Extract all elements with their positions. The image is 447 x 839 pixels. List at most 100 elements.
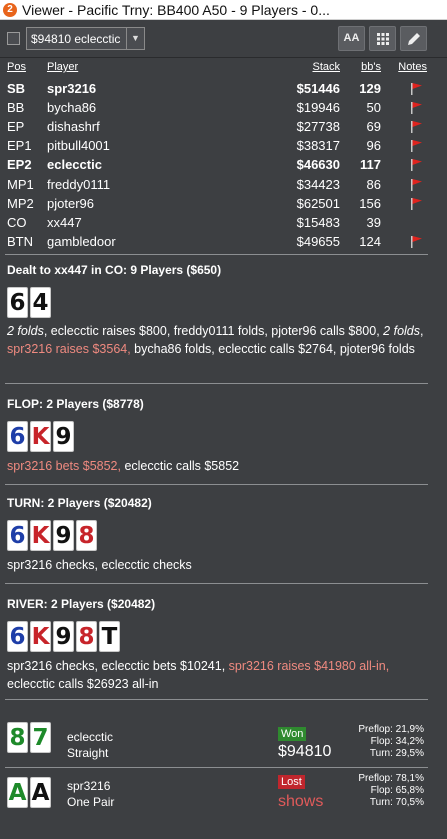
edit-button[interactable] xyxy=(400,26,427,51)
seat-player: eclecctic xyxy=(47,157,102,173)
chevron-down-icon[interactable]: ▼ xyxy=(126,28,144,49)
action-segment: spr3216 checks, eclecctic bets $10241, xyxy=(7,659,229,673)
shows-label: shows xyxy=(278,793,324,810)
seat-player: dishashrf xyxy=(47,119,100,135)
seat-row[interactable]: EP1 pitbull4001 $38317 96 xyxy=(7,137,431,156)
seat-stack: $51446 xyxy=(296,81,340,97)
eq-label: Turn: xyxy=(369,748,393,759)
flop-heading: FLOP: 2 Players ($8778) xyxy=(7,397,144,411)
note-flag-icon[interactable] xyxy=(409,101,423,115)
seat-row[interactable]: EP2 eclecctic $46630 117 xyxy=(7,156,431,175)
playing-card: 9 xyxy=(53,621,74,652)
seat-pos: MP1 xyxy=(7,176,34,192)
flop-actions: spr3216 bets $5852, eclecctic calls $585… xyxy=(7,457,427,475)
action-segment: bycha86 folds, eclecctic calls $2764, pj… xyxy=(130,342,415,356)
seat-row[interactable]: MP2 pjoter96 $62501 156 xyxy=(7,195,431,214)
loser-cards: AA xyxy=(7,777,53,808)
won-amount: $94810 xyxy=(278,743,332,760)
river-heading: RIVER: 2 Players ($20482) xyxy=(7,597,156,611)
eq-label: Flop: xyxy=(370,736,393,747)
player-dropdown-value: $94810 eclecctic xyxy=(31,32,121,46)
playing-card: 7 xyxy=(30,722,51,753)
title-bar: 2 Viewer - Pacific Trny: BB400 A50 - 9 P… xyxy=(0,0,447,20)
seat-bbs: 124 xyxy=(359,233,381,249)
river-actions: spr3216 checks, eclecctic bets $10241, s… xyxy=(7,657,427,693)
eq-label: Turn: xyxy=(369,797,393,808)
action-segment: 2 folds xyxy=(383,324,421,338)
note-flag-icon[interactable] xyxy=(409,178,423,192)
col-notes[interactable]: Notes xyxy=(398,61,427,73)
eq-label: Preflop: xyxy=(358,773,393,784)
seat-stack: $27738 xyxy=(296,119,340,135)
seats-table: Pos Player Stack bb's Notes SB spr3216 $51… xyxy=(7,61,431,252)
playing-card: 6 xyxy=(7,287,28,318)
seat-row[interactable]: MP1 freddy0111 $34423 86 xyxy=(7,176,431,195)
playing-card: A xyxy=(30,777,51,808)
playing-card: A xyxy=(7,777,28,808)
col-bbs[interactable]: bb's xyxy=(361,61,381,73)
seat-stack: $19946 xyxy=(296,100,340,116)
action-segment: spr3216 raises $41980 all-in, xyxy=(228,659,390,673)
eq-label: Preflop: xyxy=(358,724,393,735)
seat-pos: BTN xyxy=(7,233,33,249)
col-pos[interactable]: Pos xyxy=(7,61,26,73)
app-logo-icon: 2 xyxy=(3,2,17,17)
grid-icon xyxy=(376,33,389,45)
winner-name: eclecctic xyxy=(67,730,114,744)
preflop-actions: 2 folds, eclecctic raises $800, freddy01… xyxy=(7,322,427,358)
seat-pos: EP1 xyxy=(7,138,32,154)
divider xyxy=(5,383,428,384)
loser-hand: One Pair xyxy=(67,795,115,809)
note-flag-icon[interactable] xyxy=(409,120,423,134)
seat-pos: EP2 xyxy=(7,157,32,173)
seat-player: freddy0111 xyxy=(47,176,111,192)
select-checkbox[interactable] xyxy=(7,32,20,45)
winner-cards: 87 xyxy=(7,722,53,753)
player-dropdown[interactable]: $94810 eclecctic ▼ xyxy=(26,27,145,50)
eq-turn: 29,5% xyxy=(395,748,424,759)
playing-card: 8 xyxy=(76,621,97,652)
eq-turn: 70,5% xyxy=(395,797,424,808)
playing-card: 8 xyxy=(7,722,28,753)
seat-player: pjoter96 xyxy=(47,195,94,211)
note-flag-icon[interactable] xyxy=(409,197,423,211)
action-segment: spr3216 checks, eclecctic checks xyxy=(7,558,192,572)
playing-card: 6 xyxy=(7,621,28,652)
seat-bbs: 156 xyxy=(359,195,381,211)
seat-player: spr3216 xyxy=(47,81,97,97)
seats-header: Pos Player Stack bb's Notes xyxy=(7,61,431,80)
divider xyxy=(5,699,428,700)
river-cards: 6K98T xyxy=(7,621,122,654)
col-stack[interactable]: Stack xyxy=(312,61,340,73)
action-segment: eclecctic calls $26923 all-in xyxy=(7,677,159,691)
col-player[interactable]: Player xyxy=(47,61,78,73)
seat-row[interactable]: BTN gambledoor $49655 124 xyxy=(7,233,431,252)
seat-bbs: 69 xyxy=(366,119,381,135)
playing-card: K xyxy=(30,621,51,652)
playing-card: 9 xyxy=(53,421,74,452)
eq-label: Flop: xyxy=(370,785,393,796)
preflop-heading: Dealt to xx447 in CO: 9 Players ($650) xyxy=(7,263,222,277)
seat-stack: $46630 xyxy=(296,157,340,173)
seat-row[interactable]: CO xx447 $15483 39 xyxy=(7,214,431,233)
seat-row[interactable]: EP dishashrf $27738 69 xyxy=(7,118,431,137)
font-size-button[interactable]: AA xyxy=(338,26,365,51)
seat-pos: CO xyxy=(7,214,27,230)
note-flag-icon[interactable] xyxy=(409,139,423,153)
turn-heading: TURN: 2 Players ($20482) xyxy=(7,496,152,510)
grid-button[interactable] xyxy=(369,26,396,51)
seat-pos: EP xyxy=(7,119,25,135)
lost-badge: Lost xyxy=(278,775,305,789)
note-flag-icon[interactable] xyxy=(409,158,423,172)
loser-name: spr3216 xyxy=(67,779,111,793)
seat-row[interactable]: BB bycha86 $19946 50 xyxy=(7,99,431,118)
action-segment: , eclecctic raises $800, freddy0111 fold… xyxy=(43,324,384,338)
note-flag-icon[interactable] xyxy=(409,235,423,249)
won-badge: Won xyxy=(278,727,307,741)
seat-row[interactable]: SB spr3216 $51446 129 xyxy=(7,80,431,99)
note-flag-icon[interactable] xyxy=(409,82,423,96)
turn-actions: spr3216 checks, eclecctic checks xyxy=(7,556,427,574)
playing-card: T xyxy=(99,621,120,652)
flop-cards: 6K9 xyxy=(7,421,76,454)
seat-stack: $62501 xyxy=(296,195,340,211)
